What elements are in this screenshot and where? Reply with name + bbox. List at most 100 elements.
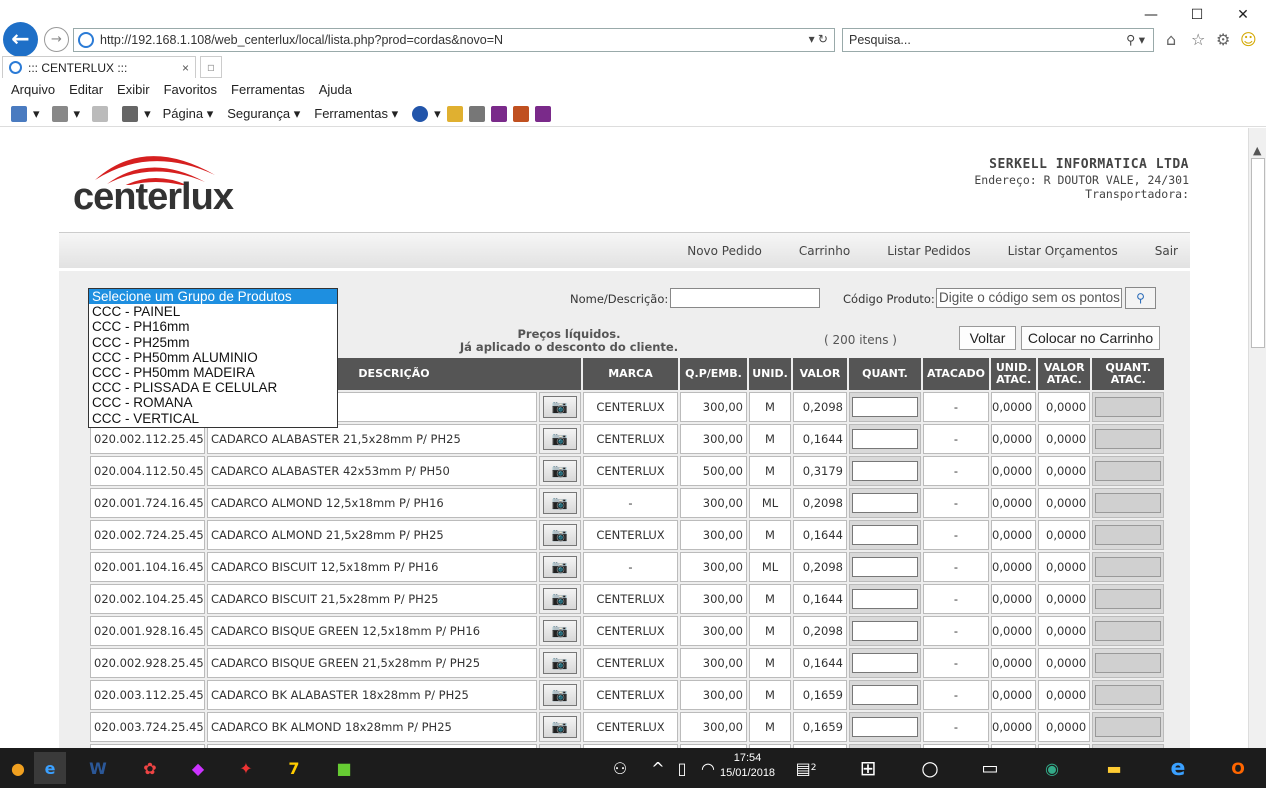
scroll-up-icon[interactable]: ▲: [1253, 144, 1261, 157]
onenote-icon[interactable]: [490, 105, 507, 122]
tab-close-icon[interactable]: ×: [182, 61, 189, 75]
camera-icon[interactable]: 📷: [543, 620, 577, 642]
scroll-thumb[interactable]: [1251, 158, 1265, 348]
mail-icon[interactable]: [92, 105, 109, 122]
quantity-input[interactable]: [852, 397, 918, 417]
nav-carrinho[interactable]: Carrinho: [799, 244, 850, 258]
menu-editar[interactable]: Editar: [69, 82, 103, 97]
tab-centerlux[interactable]: ::: CENTERLUX ::: ×: [2, 56, 196, 78]
dropdown-option[interactable]: Selecione um Grupo de Produtos: [89, 289, 337, 305]
home-cmd-icon[interactable]: [11, 105, 27, 122]
menu-ferramentas[interactable]: Ferramentas: [231, 82, 305, 97]
dropdown-option[interactable]: CCC - PH50mm ALUMINIO: [89, 350, 337, 365]
home-icon[interactable]: ⌂: [1166, 30, 1176, 49]
minimize-icon[interactable]: —: [1128, 0, 1174, 30]
outlook-icon[interactable]: O: [1222, 752, 1254, 784]
favorites-icon[interactable]: ☆: [1191, 30, 1205, 49]
feeds-icon[interactable]: [51, 105, 68, 122]
name-input[interactable]: [670, 288, 820, 308]
addon-icon[interactable]: [468, 105, 485, 122]
firefox-icon[interactable]: ●: [2, 752, 34, 784]
7zip-icon[interactable]: 7: [278, 752, 310, 784]
app-icon[interactable]: ✦: [230, 752, 262, 784]
dropdown-arrow-icon[interactable]: ▾: [74, 106, 81, 122]
print-icon[interactable]: [122, 105, 139, 122]
settings-icon[interactable]: ⚙: [1216, 30, 1230, 49]
help-icon[interactable]: [412, 105, 429, 122]
app-icon[interactable]: ■: [328, 752, 360, 784]
app-icon[interactable]: ◆: [182, 752, 214, 784]
dropdown-option[interactable]: CCC - PH50mm MADEIRA: [89, 365, 337, 380]
quantity-input[interactable]: [852, 525, 918, 545]
menu-seguranca[interactable]: Segurança ▾: [227, 106, 300, 122]
refresh-icon[interactable]: ▾ ↻: [809, 32, 828, 46]
quantity-input[interactable]: [852, 557, 918, 577]
smiley-icon[interactable]: ☺: [1240, 30, 1257, 49]
quantity-input[interactable]: [852, 685, 918, 705]
search-button[interactable]: ⚲: [1125, 287, 1156, 309]
dropdown-arrow-icon[interactable]: ▾: [144, 106, 151, 122]
new-tab-button[interactable]: ▫: [200, 56, 222, 78]
system-clock[interactable]: 17:54 15/01/2018: [720, 751, 775, 781]
quantity-input[interactable]: [852, 493, 918, 513]
search-box[interactable]: Pesquisa... ⚲ ▾: [842, 28, 1154, 52]
dropdown-option[interactable]: CCC - PH16mm: [89, 319, 337, 334]
camera-icon[interactable]: 📷: [543, 428, 577, 450]
quantity-input[interactable]: [852, 621, 918, 641]
onenote-icon[interactable]: [534, 105, 551, 122]
back-button[interactable]: ←: [3, 22, 38, 57]
quantity-input[interactable]: [852, 429, 918, 449]
globe-icon[interactable]: ◉: [1036, 752, 1068, 784]
menu-ferramentas-cmd[interactable]: Ferramentas ▾: [314, 106, 398, 122]
camera-icon[interactable]: 📷: [543, 716, 577, 738]
dropdown-option[interactable]: CCC - PH25mm: [89, 335, 337, 350]
product-group-dropdown[interactable]: Selecione um Grupo de Produtos CCC - PAI…: [88, 288, 338, 428]
dropdown-option[interactable]: CCC - PAINEL: [89, 304, 337, 319]
maximize-icon[interactable]: ☐: [1174, 0, 1220, 30]
search-icon[interactable]: ⚲ ▾: [1126, 32, 1145, 47]
forward-button[interactable]: →: [44, 27, 69, 52]
addon-icon[interactable]: [512, 105, 529, 122]
close-icon[interactable]: ✕: [1220, 0, 1266, 30]
camera-icon[interactable]: 📷: [543, 492, 577, 514]
camera-icon[interactable]: 📷: [543, 588, 577, 610]
menu-favoritos[interactable]: Favoritos: [164, 82, 217, 97]
task-view-icon[interactable]: ▭: [974, 752, 1006, 784]
dropdown-option[interactable]: CCC - PLISSADA E CELULAR: [89, 380, 337, 395]
ie-taskbar-icon[interactable]: e: [34, 752, 66, 784]
voltar-button[interactable]: Voltar: [959, 326, 1016, 350]
nav-sair[interactable]: Sair: [1155, 244, 1178, 258]
cortana-icon[interactable]: ○: [914, 752, 946, 784]
camera-icon[interactable]: 📷: [543, 684, 577, 706]
camera-icon[interactable]: 📷: [543, 652, 577, 674]
camera-icon[interactable]: 📷: [543, 556, 577, 578]
vertical-scrollbar[interactable]: ▲: [1248, 128, 1266, 748]
menu-pagina[interactable]: Página ▾: [163, 106, 214, 122]
nav-novo-pedido[interactable]: Novo Pedido: [687, 244, 762, 258]
menu-exibir[interactable]: Exibir: [117, 82, 150, 97]
camera-icon[interactable]: 📷: [543, 460, 577, 482]
people-icon[interactable]: ⚇: [604, 752, 636, 784]
quantity-input[interactable]: [852, 461, 918, 481]
add-to-cart-button[interactable]: Colocar no Carrinho: [1021, 326, 1160, 350]
dropdown-arrow-icon[interactable]: ▾: [33, 106, 40, 122]
nav-listar-orcamentos[interactable]: Listar Orçamentos: [1008, 244, 1118, 258]
addon-icon[interactable]: [446, 105, 463, 122]
camera-icon[interactable]: 📷: [543, 524, 577, 546]
edge-icon[interactable]: e: [1162, 752, 1194, 784]
dropdown-option[interactable]: CCC - VERTICAL: [89, 411, 337, 426]
file-explorer-icon[interactable]: ▬: [1098, 752, 1130, 784]
code-input[interactable]: Digite o código sem os pontos.: [936, 288, 1122, 308]
quantity-input[interactable]: [852, 653, 918, 673]
word-icon[interactable]: W: [82, 752, 114, 784]
menu-arquivo[interactable]: Arquivo: [11, 82, 55, 97]
nav-listar-pedidos[interactable]: Listar Pedidos: [887, 244, 970, 258]
camera-icon[interactable]: 📷: [543, 396, 577, 418]
paint-icon[interactable]: ✿: [134, 752, 166, 784]
menu-ajuda[interactable]: Ajuda: [319, 82, 352, 97]
windows-start-icon[interactable]: ⊞: [852, 752, 884, 784]
dropdown-option[interactable]: CCC - ROMANA: [89, 395, 337, 410]
address-bar[interactable]: http://192.168.1.108/web_centerlux/local…: [73, 28, 835, 52]
notifications-icon[interactable]: ▤ 2: [790, 752, 822, 784]
quantity-input[interactable]: [852, 717, 918, 737]
